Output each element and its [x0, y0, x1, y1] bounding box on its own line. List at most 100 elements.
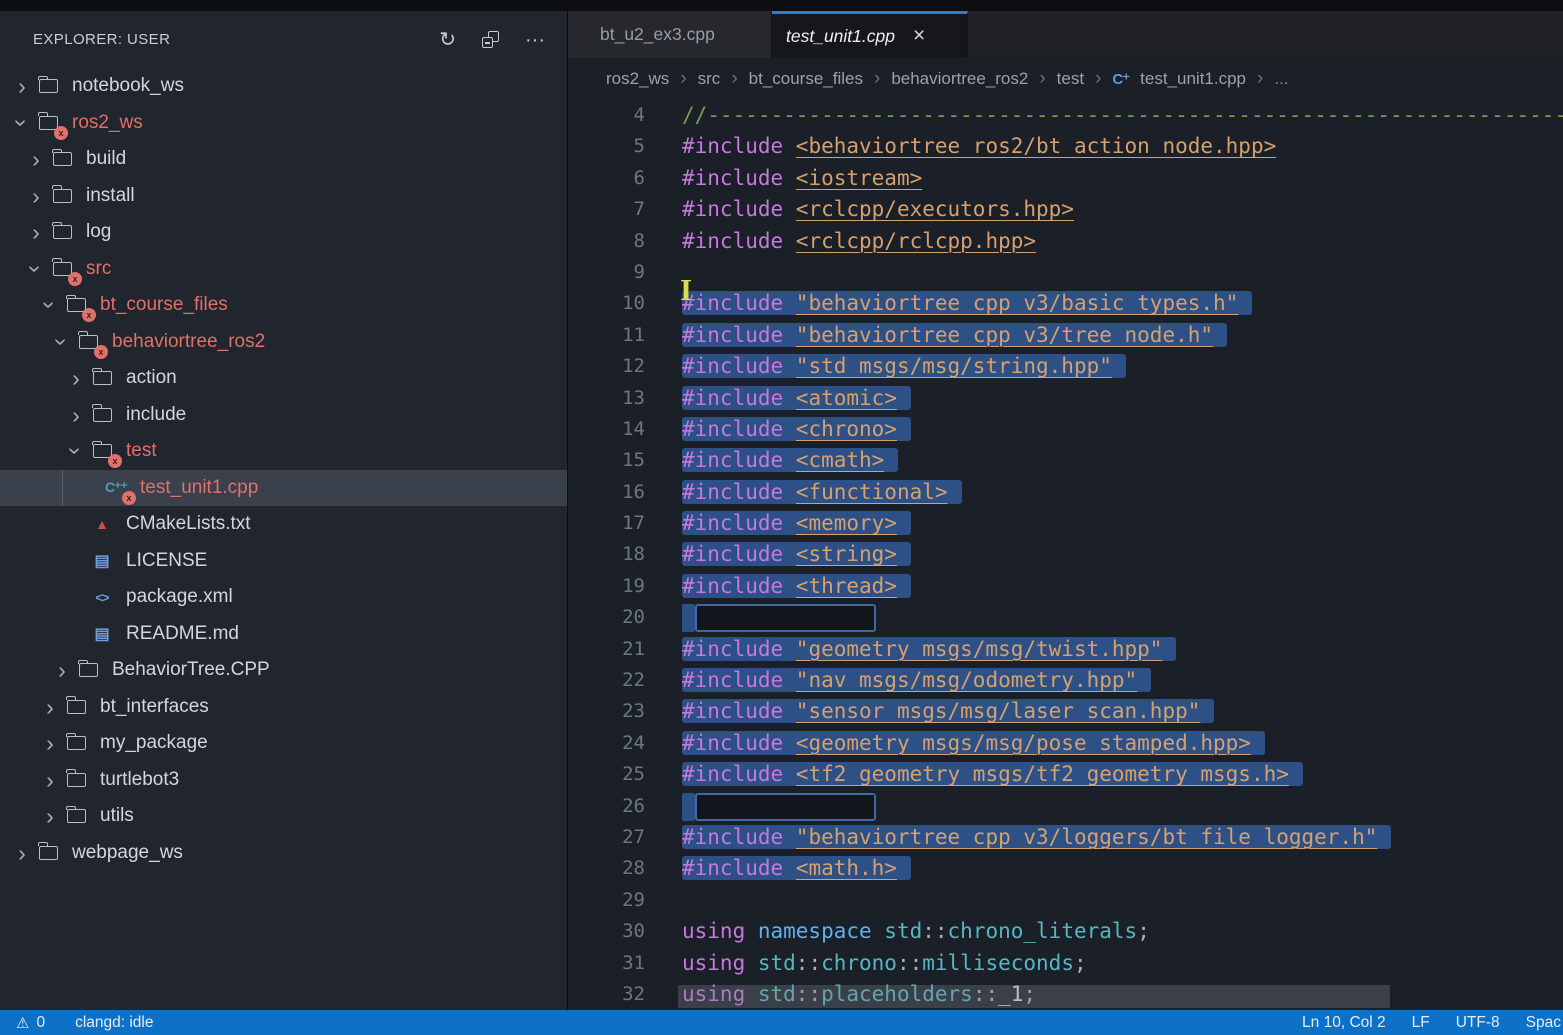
tree-item-turtlebot3[interactable]: ›turtlebot3 — [0, 762, 567, 799]
tree-item-label: test — [126, 440, 157, 462]
code-line-30[interactable]: 30using namespace std::chrono_literals; — [568, 916, 1563, 947]
code-line-28[interactable]: 28#include <math.h> — [568, 853, 1563, 884]
tree-item-include[interactable]: ›include — [0, 397, 567, 434]
tree-item-src[interactable]: ›xsrc — [0, 251, 567, 288]
code-line-18[interactable]: 18#include <string> — [568, 539, 1563, 570]
tree-item-label: build — [86, 148, 126, 170]
code-line-9[interactable]: 9 — [568, 257, 1563, 288]
line-content: #include <iostream> — [682, 163, 922, 194]
tree-item-test[interactable]: ›xtest — [0, 433, 567, 470]
code-line-7[interactable]: 7#include <rclcpp/executors.hpp> — [568, 194, 1563, 225]
breadcrumb-item-behaviortree_ros2[interactable]: behaviortree_ros2 — [891, 69, 1028, 89]
refresh-explorer-icon[interactable]: ↻ — [439, 30, 456, 50]
close-icon[interactable]: × — [913, 27, 925, 45]
code-line-26[interactable]: 26 — [568, 791, 1563, 822]
line-content: #include <behaviortree_ros2/bt_action_no… — [682, 131, 1276, 162]
breadcrumb-item-src[interactable]: src — [698, 69, 721, 89]
code-line-23[interactable]: 23#include "sensor_msgs/msg/laser_scan.h… — [568, 696, 1563, 727]
tree-item-my_package[interactable]: ›my_package — [0, 725, 567, 762]
tree-item-test_unit1.cpp[interactable]: C⁺⁺xtest_unit1.cpp — [0, 470, 567, 507]
line-content: #include <chrono> — [682, 414, 911, 445]
line-number: 23 — [568, 696, 645, 727]
code-line-14[interactable]: 14#include <chrono> — [568, 414, 1563, 445]
collapse-folders-icon[interactable] — [482, 31, 499, 48]
line-number: 10 — [568, 288, 645, 319]
code-line-31[interactable]: 31using std::chrono::milliseconds; — [568, 948, 1563, 979]
horizontal-scrollbar[interactable] — [678, 985, 1390, 1008]
cursor-position[interactable]: Ln 10, Col 2 — [1302, 1014, 1386, 1032]
code-line-13[interactable]: 13#include <atomic> — [568, 383, 1563, 414]
tree-item-package.xml[interactable]: <>package.xml — [0, 579, 567, 616]
code-line-12[interactable]: 12#include "std_msgs/msg/string.hpp" — [568, 351, 1563, 382]
more-actions-icon[interactable]: ··· — [525, 30, 545, 50]
line-number: 26 — [568, 791, 645, 822]
code-line-17[interactable]: 17#include <memory> — [568, 508, 1563, 539]
encoding-indicator[interactable]: UTF-8 — [1456, 1014, 1500, 1032]
code-line-22[interactable]: 22#include "nav_msgs/msg/odometry.hpp" — [568, 665, 1563, 696]
tree-item-ros2_ws[interactable]: ›xros2_ws — [0, 105, 567, 142]
code-line-15[interactable]: 15#include <cmath> — [568, 445, 1563, 476]
code-line-8[interactable]: 8#include <rclcpp/rclcpp.hpp> — [568, 226, 1563, 257]
code-line-24[interactable]: 24#include <geometry_msgs/msg/pose_stamp… — [568, 728, 1563, 759]
breadcrumb-item-bt_course_files[interactable]: bt_course_files — [749, 69, 863, 89]
tree-item-build[interactable]: ›build — [0, 141, 567, 178]
code-line-25[interactable]: 25#include <tf2_geometry_msgs/tf2_geomet… — [568, 759, 1563, 790]
folder-icon — [88, 366, 116, 390]
tree-item-log[interactable]: ›log — [0, 214, 567, 251]
breadcrumb-item-file[interactable]: test_unit1.cpp — [1140, 69, 1246, 89]
code-line-21[interactable]: 21#include "geometry_msgs/msg/twist.hpp" — [568, 634, 1563, 665]
chevron-right-icon: › — [50, 660, 74, 680]
tree-item-label: behaviortree_ros2 — [112, 331, 265, 353]
tree-item-LICENSE[interactable]: ▤LICENSE — [0, 543, 567, 580]
tree-item-behaviortree_ros2[interactable]: ›xbehaviortree_ros2 — [0, 324, 567, 361]
code-line-10[interactable]: 10#include "behaviortree_cpp_v3/basic_ty… — [568, 288, 1563, 319]
code-line-19[interactable]: 19#include <thread> — [568, 571, 1563, 602]
problems-indicator[interactable]: ⚠ 0 — [16, 1014, 45, 1032]
line-content: #include <functional> — [682, 477, 962, 508]
eol-indicator[interactable]: LF — [1412, 1014, 1430, 1032]
code-line-4[interactable]: 4//-------------------------------------… — [568, 100, 1563, 131]
folder-icon — [48, 147, 76, 171]
clangd-status[interactable]: clangd: idle — [75, 1014, 153, 1032]
line-number: 9 — [568, 257, 645, 288]
tree-item-install[interactable]: ›install — [0, 178, 567, 215]
tab-bt_u2_ex3-cpp[interactable]: bt_u2_ex3.cpp — [568, 11, 772, 58]
line-content: using namespace std::chrono_literals; — [682, 916, 1150, 947]
code-line-20[interactable]: 20 — [568, 602, 1563, 633]
tree-item-bt_interfaces[interactable]: ›bt_interfaces — [0, 689, 567, 726]
tab-test_unit1-cpp[interactable]: test_unit1.cpp × — [772, 11, 968, 58]
tree-item-label: install — [86, 185, 135, 207]
breadcrumb-separator: › — [1095, 68, 1101, 90]
token-inc: <chrono> — [796, 417, 897, 441]
line-number: 15 — [568, 445, 645, 476]
tree-item-utils[interactable]: ›utils — [0, 798, 567, 835]
indentation-indicator[interactable]: Spac — [1526, 1014, 1561, 1032]
tree-item-bt_course_files[interactable]: ›xbt_course_files — [0, 287, 567, 324]
code-editor[interactable]: 4//-------------------------------------… — [568, 100, 1563, 1010]
token-ty: chrono — [821, 951, 897, 975]
tree-item-webpage_ws[interactable]: ›webpage_ws — [0, 835, 567, 872]
line-content — [682, 602, 876, 633]
line-number: 27 — [568, 822, 645, 853]
tree-item-CMakeLists.txt[interactable]: ▲CMakeLists.txt — [0, 506, 567, 543]
token-kw: #include — [682, 856, 796, 880]
token-kw: #include — [682, 511, 796, 535]
code-line-6[interactable]: 6#include <iostream> — [568, 163, 1563, 194]
breadcrumb-item-ros2_ws[interactable]: ros2_ws — [606, 69, 669, 89]
tree-item-README.md[interactable]: ▤README.md — [0, 616, 567, 653]
tree-item-notebook_ws[interactable]: ›notebook_ws — [0, 68, 567, 105]
code-line-29[interactable]: 29 — [568, 885, 1563, 916]
folder-icon: x — [74, 330, 102, 354]
line-content: #include <geometry_msgs/msg/pose_stamped… — [682, 728, 1265, 759]
tree-item-action[interactable]: ›action — [0, 360, 567, 397]
code-line-5[interactable]: 5#include <behaviortree_ros2/bt_action_n… — [568, 131, 1563, 162]
tree-item-BehaviorTree.CPP[interactable]: ›BehaviorTree.CPP — [0, 652, 567, 689]
breadcrumb-item-test[interactable]: test — [1057, 69, 1084, 89]
editor-group: bt_u2_ex3.cpp test_unit1.cpp × ros2_ws › s… — [568, 11, 1563, 1010]
tree-item-label: turtlebot3 — [100, 769, 179, 791]
code-line-16[interactable]: 16#include <functional> — [568, 477, 1563, 508]
code-line-27[interactable]: 27#include "behaviortree_cpp_v3/loggers/… — [568, 822, 1563, 853]
line-number: 17 — [568, 508, 645, 539]
code-line-11[interactable]: 11#include "behaviortree_cpp_v3/tree_nod… — [568, 320, 1563, 351]
breadcrumb-overflow[interactable]: ... — [1274, 69, 1288, 89]
